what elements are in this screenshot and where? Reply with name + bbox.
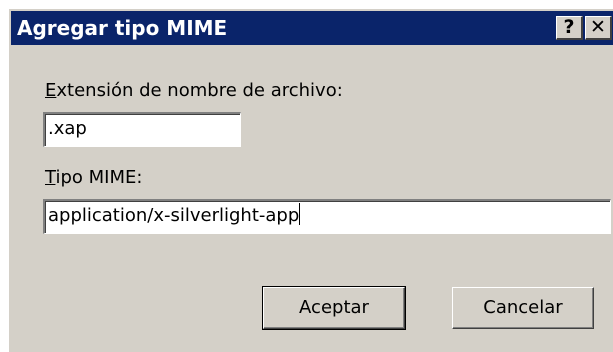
help-icon: ? <box>563 16 575 38</box>
extension-label-text: xtensión de nombre de archivo: <box>56 80 343 101</box>
mime-type-label-text: ipo MIME: <box>55 167 143 188</box>
mime-type-input-value: application/x-silverlight-app <box>48 205 300 226</box>
help-button[interactable]: ? <box>556 16 583 40</box>
screenshot-background: Agregar tipo MIME ? ✕ Extensión de nombr… <box>0 0 613 352</box>
mime-type-label-mnemonic: T <box>45 167 56 188</box>
cancel-button[interactable]: Cancelar <box>452 287 594 329</box>
extension-label: Extensión de nombre de archivo: <box>45 80 343 102</box>
extension-label-mnemonic: E <box>45 80 57 101</box>
extension-input-value: .xap <box>48 118 87 139</box>
add-mime-type-dialog: Agregar tipo MIME ? ✕ Extensión de nombr… <box>8 8 613 352</box>
extension-input[interactable]: .xap <box>43 112 241 147</box>
title-bar[interactable]: Agregar tipo MIME ? ✕ <box>11 11 613 45</box>
text-caret <box>299 203 301 225</box>
close-button[interactable]: ✕ <box>585 16 612 40</box>
close-icon: ✕ <box>590 16 606 38</box>
mime-type-label: Tipo MIME: <box>45 167 142 189</box>
accept-button[interactable]: Aceptar <box>262 286 406 330</box>
dialog-title: Agregar tipo MIME <box>17 16 228 40</box>
mime-type-input[interactable]: application/x-silverlight-app <box>43 199 611 234</box>
